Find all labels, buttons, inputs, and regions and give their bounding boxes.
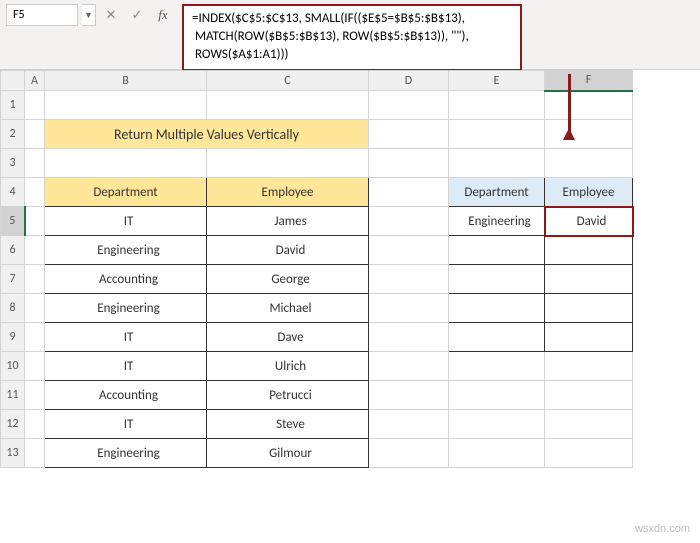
table-cell[interactable]: IT — [45, 207, 207, 236]
table-cell[interactable]: Engineering — [449, 207, 545, 236]
col-hdr-D[interactable]: D — [369, 71, 449, 91]
watermark: wsxdn.com — [635, 523, 690, 535]
row-hdr-3[interactable]: 3 — [1, 149, 25, 178]
row-hdr-8[interactable]: 8 — [1, 294, 25, 323]
row-hdr-10[interactable]: 10 — [1, 352, 25, 381]
worksheet[interactable]: A B C D E F 1 2 Return Multiple Values V… — [0, 70, 700, 468]
row-hdr-1[interactable]: 1 — [1, 91, 25, 120]
name-box-dropdown[interactable]: ▼ — [82, 4, 96, 26]
formula-input[interactable]: =INDEX($C$5:$C$13, SMALL(IF(($E$5=$B$5:$… — [182, 4, 522, 71]
row-hdr-2[interactable]: 2 — [1, 120, 25, 149]
side-hdr-emp[interactable]: Employee — [545, 178, 633, 207]
table-cell[interactable] — [545, 265, 633, 294]
table-cell[interactable]: Petrucci — [207, 381, 369, 410]
formula-line-2: MATCH(ROW($B$5:$B$13), ROW($B$5:$B$13)),… — [192, 28, 512, 46]
formula-line-3: ROWS($A$1:A1))) — [192, 46, 512, 64]
main-hdr-emp[interactable]: Employee — [207, 178, 369, 207]
table-cell[interactable]: Engineering — [45, 439, 207, 468]
arrow-head-icon — [563, 128, 575, 140]
table-cell[interactable]: Accounting — [45, 381, 207, 410]
cancel-icon[interactable]: ✕ — [100, 4, 122, 26]
selected-cell[interactable]: David — [545, 207, 633, 236]
row-hdr-13[interactable]: 13 — [1, 439, 25, 468]
row-hdr-12[interactable]: 12 — [1, 410, 25, 439]
table-cell[interactable]: Accounting — [45, 265, 207, 294]
table-cell[interactable]: IT — [45, 410, 207, 439]
table-cell[interactable]: IT — [45, 323, 207, 352]
row-hdr-11[interactable]: 11 — [1, 381, 25, 410]
row-hdr-6[interactable]: 6 — [1, 236, 25, 265]
table-cell[interactable]: James — [207, 207, 369, 236]
table-cell[interactable] — [545, 236, 633, 265]
row-hdr-7[interactable]: 7 — [1, 265, 25, 294]
table-cell[interactable]: Dave — [207, 323, 369, 352]
table-cell[interactable]: Gilmour — [207, 439, 369, 468]
col-hdr-F[interactable]: F — [545, 71, 633, 91]
row-hdr-4[interactable]: 4 — [1, 178, 25, 207]
side-hdr-dept[interactable]: Department — [449, 178, 545, 207]
fx-icon[interactable]: fx — [152, 4, 174, 26]
table-cell[interactable]: IT — [45, 352, 207, 381]
row-hdr-5[interactable]: 5 — [1, 207, 25, 236]
name-box[interactable]: F5 — [6, 4, 78, 26]
col-hdr-C[interactable]: C — [207, 71, 369, 91]
column-headers: A B C D E F — [1, 71, 633, 91]
col-hdr-E[interactable]: E — [449, 71, 545, 91]
table-cell[interactable] — [449, 323, 545, 352]
row-hdr-9[interactable]: 9 — [1, 323, 25, 352]
formula-bar: F5 ▼ ✕ ✓ fx =INDEX($C$5:$C$13, SMALL(IF(… — [0, 0, 700, 70]
arrow-line — [568, 74, 571, 134]
table-cell[interactable]: Ulrich — [207, 352, 369, 381]
confirm-icon[interactable]: ✓ — [126, 4, 148, 26]
table-cell[interactable]: Michael — [207, 294, 369, 323]
table-cell[interactable] — [545, 294, 633, 323]
col-hdr-B[interactable]: B — [45, 71, 207, 91]
table-cell[interactable] — [449, 236, 545, 265]
grid: A B C D E F 1 2 Return Multiple Values V… — [0, 70, 633, 468]
main-hdr-dept[interactable]: Department — [45, 178, 207, 207]
select-all[interactable] — [1, 71, 25, 91]
table-cell[interactable] — [449, 265, 545, 294]
table-cell[interactable]: Steve — [207, 410, 369, 439]
table-cell[interactable]: Engineering — [45, 236, 207, 265]
title-cell[interactable]: Return Multiple Values Vertically — [45, 120, 369, 149]
col-hdr-A[interactable]: A — [25, 71, 45, 91]
table-cell[interactable] — [545, 323, 633, 352]
table-cell[interactable] — [449, 294, 545, 323]
table-cell[interactable]: David — [207, 236, 369, 265]
table-cell[interactable]: George — [207, 265, 369, 294]
table-cell[interactable]: Engineering — [45, 294, 207, 323]
formula-line-1: =INDEX($C$5:$C$13, SMALL(IF(($E$5=$B$5:$… — [192, 10, 512, 28]
